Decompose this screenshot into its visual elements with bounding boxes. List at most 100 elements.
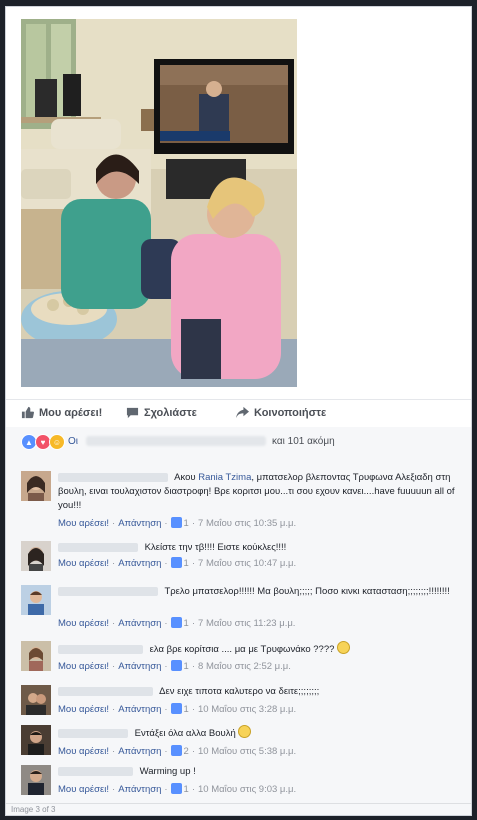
like-action-label: Μου αρέσει! [39, 406, 103, 419]
comment-meta: Μου αρέσει! · Απάντηση · 1 · 7 Μαΐου στις 11:2… [58, 617, 296, 629]
reactions-prefix: Οι [68, 436, 78, 447]
redacted-author[interactable] [58, 644, 143, 654]
comment-like-count[interactable]: 1 [184, 518, 189, 529]
comment-item: Warming up ! Μου αρέσει! · Απάντηση · 1 · 10 Μ… [21, 765, 466, 801]
comment-item: Τρελο μπατσελορ!!!!!! Μα βουλη;;;;; Ποσο… [21, 585, 466, 635]
commenter-avatar[interactable] [21, 541, 51, 571]
comment-text-rest: ελα βρε κορίτσια .... μα με Τρυφωνάκο ??… [149, 644, 335, 655]
comment-timestamp[interactable]: 10 Μαΐου στις 3:28 μ.μ. [198, 704, 296, 715]
person-photo-icon [21, 685, 51, 715]
comment-text: Warming up ! [58, 765, 458, 779]
comment-meta: Μου αρέσει! · Απάντηση · 1 · 10 Μαΐου στις 9:0… [58, 783, 297, 795]
redacted-names [86, 436, 266, 446]
redacted-author[interactable] [58, 766, 133, 776]
thumbs-up-icon [170, 783, 182, 794]
comment-text-rest: Κλείστε την τβ!!!! Ειστε κούκλες!!!! [144, 542, 287, 553]
comment-like-link[interactable]: Μου αρέσει! [58, 704, 109, 715]
comment-action[interactable]: Σχολιάστε [126, 406, 197, 419]
thumbs-up-icon [170, 745, 182, 756]
thumbs-up-icon [170, 517, 182, 528]
thumbs-up-icon [170, 703, 182, 714]
mention-link[interactable]: Rania Tzima [198, 472, 251, 483]
redacted-author[interactable] [58, 472, 168, 482]
person-photo-icon [21, 765, 51, 795]
comment-text: Τρελο μπατσελορ!!!!!! Μα βουλη;;;;; Ποσο… [58, 585, 458, 599]
reactions-summary[interactable]: ▲ ♥ ☺ Οι και 101 ακόμη [6, 427, 471, 456]
commenter-avatar[interactable] [21, 641, 51, 671]
comment-text: Δεν ειχε τιποτα καλυτερο να δειτε;;;;;;;… [58, 685, 458, 699]
comment-like-link[interactable]: Μου αρέσει! [58, 746, 109, 757]
redacted-author[interactable] [58, 728, 128, 738]
comment-like-link[interactable]: Μου αρέσει! [58, 558, 109, 569]
comment-meta: Μου αρέσει! · Απάντηση · 1 · 7 Μαΐου στις 10:3… [58, 517, 297, 529]
comment-like-count[interactable]: 1 [184, 704, 189, 715]
comment-like-count[interactable]: 1 [184, 661, 189, 672]
comment-text: Ακου Rania Tzima, μπατσελορ βλεποντας Τρ… [58, 471, 458, 513]
comment-like-link[interactable]: Μου αρέσει! [58, 518, 109, 529]
comment-text: Εντάξει όλα αλλα Βουλή [58, 725, 458, 741]
comment-timestamp[interactable]: 7 Μαΐου στις 10:35 μ.μ. [198, 518, 296, 529]
comment-text-start: Ακου [174, 472, 196, 483]
redacted-author[interactable] [58, 586, 158, 596]
comment-timestamp[interactable]: 10 Μαΐου στις 5:38 μ.μ. [198, 746, 296, 757]
commenter-avatar[interactable] [21, 585, 51, 615]
commenter-avatar[interactable] [21, 685, 51, 715]
comment-item: Κλείστε την τβ!!!! Ειστε κούκλες!!!! Μου… [21, 541, 466, 581]
comment-timestamp[interactable]: 10 Μαΐου στις 9:03 μ.μ. [198, 784, 296, 795]
comment-text-rest: Τρελο μπατσελορ!!!!!! Μα βουλη;;;;; Ποσο… [164, 586, 450, 597]
comment-like-count[interactable]: 2 [184, 746, 189, 757]
share-arrow-icon [236, 406, 249, 419]
reaction-icons: ▲ ♥ ☺ [21, 434, 65, 450]
comment-reply-link[interactable]: Απάντηση [118, 704, 161, 715]
comment-action-label: Σχολιάστε [144, 406, 197, 419]
comment-reply-link[interactable]: Απάντηση [118, 558, 161, 569]
comment-text-rest: Warming up ! [139, 766, 196, 777]
comment-meta: Μου αρέσει! · Απάντηση · 2 · 10 Μαΐου στις 5:3… [58, 745, 297, 757]
comment-meta: Μου αρέσει! · Απάντηση · 1 · 10 Μαΐου στις 3:2… [58, 703, 297, 715]
comment-reply-link[interactable]: Απάντηση [118, 618, 161, 629]
page-indicator: Image 3 of 3 [11, 805, 56, 814]
comment-like-link[interactable]: Μου αρέσει! [58, 784, 109, 795]
person-photo-icon [21, 471, 51, 501]
commenter-avatar[interactable] [21, 471, 51, 501]
comment-like-count[interactable]: 1 [184, 784, 189, 795]
comment-reply-link[interactable]: Απάντηση [118, 661, 161, 672]
commenter-avatar[interactable] [21, 725, 51, 755]
post-card: Μου αρέσει! Σχολιάστε Κοινοποιήστε ▲ ♥ ☺… [5, 6, 472, 816]
image-footer: Image 3 of 3 [6, 803, 471, 815]
post-actions-bar: Μου αρέσει! Σχολιάστε Κοινοποιήστε [6, 399, 471, 429]
comment-reply-link[interactable]: Απάντηση [118, 518, 161, 529]
reactions-count[interactable]: και 101 ακόμη [272, 436, 335, 447]
comment-text: Κλείστε την τβ!!!! Ειστε κούκλες!!!! [58, 541, 458, 555]
comment-like-link[interactable]: Μου αρέσει! [58, 661, 109, 672]
comment-timestamp[interactable]: 7 Μαΐου στις 11:23 μ.μ. [198, 618, 295, 629]
comments-section: Ακου Rania Tzima, μπατσελορ βλεποντας Τρ… [6, 455, 471, 803]
thumbs-up-icon [170, 617, 182, 628]
comment-item: Εντάξει όλα αλλα Βουλή Μου αρέσει! · Απάντ… [21, 725, 466, 761]
person-photo-icon [21, 541, 51, 571]
comment-like-count[interactable]: 1 [184, 558, 189, 569]
like-action[interactable]: Μου αρέσει! [21, 406, 102, 419]
comment-timestamp[interactable]: 7 Μαΐου στις 10:47 μ.μ. [198, 558, 296, 569]
comment-item: ελα βρε κορίτσια .... μα με Τρυφωνάκο ??… [21, 641, 466, 681]
post-photo[interactable] [21, 19, 297, 387]
comment-like-link[interactable]: Μου αρέσει! [58, 618, 109, 629]
comment-item: Δεν ειχε τιποτα καλυτερο να δειτε;;;;;;;… [21, 685, 466, 721]
photo-image [21, 19, 297, 387]
person-photo-icon [21, 641, 51, 671]
redacted-author[interactable] [58, 542, 138, 552]
comment-reply-link[interactable]: Απάντηση [118, 746, 161, 757]
comment-icon [126, 407, 139, 419]
comment-text-rest: Εντάξει όλα αλλα Βουλή [134, 728, 236, 739]
confused-emoji-icon [337, 641, 351, 654]
redacted-author[interactable] [58, 686, 153, 696]
haha-reaction-icon: ☺ [49, 434, 65, 450]
comment-reply-link[interactable]: Απάντηση [118, 784, 161, 795]
share-action-label: Κοινοποιήστε [254, 406, 327, 419]
commenter-avatar[interactable] [21, 765, 51, 795]
comment-like-count[interactable]: 1 [184, 618, 189, 629]
share-action[interactable]: Κοινοποιήστε [236, 406, 326, 419]
comment-timestamp[interactable]: 8 Μαΐου στις 2:52 μ.μ. [198, 661, 291, 672]
thumbs-up-icon [21, 406, 34, 419]
comment-text: ελα βρε κορίτσια .... μα με Τρυφωνάκο ??… [58, 641, 458, 657]
